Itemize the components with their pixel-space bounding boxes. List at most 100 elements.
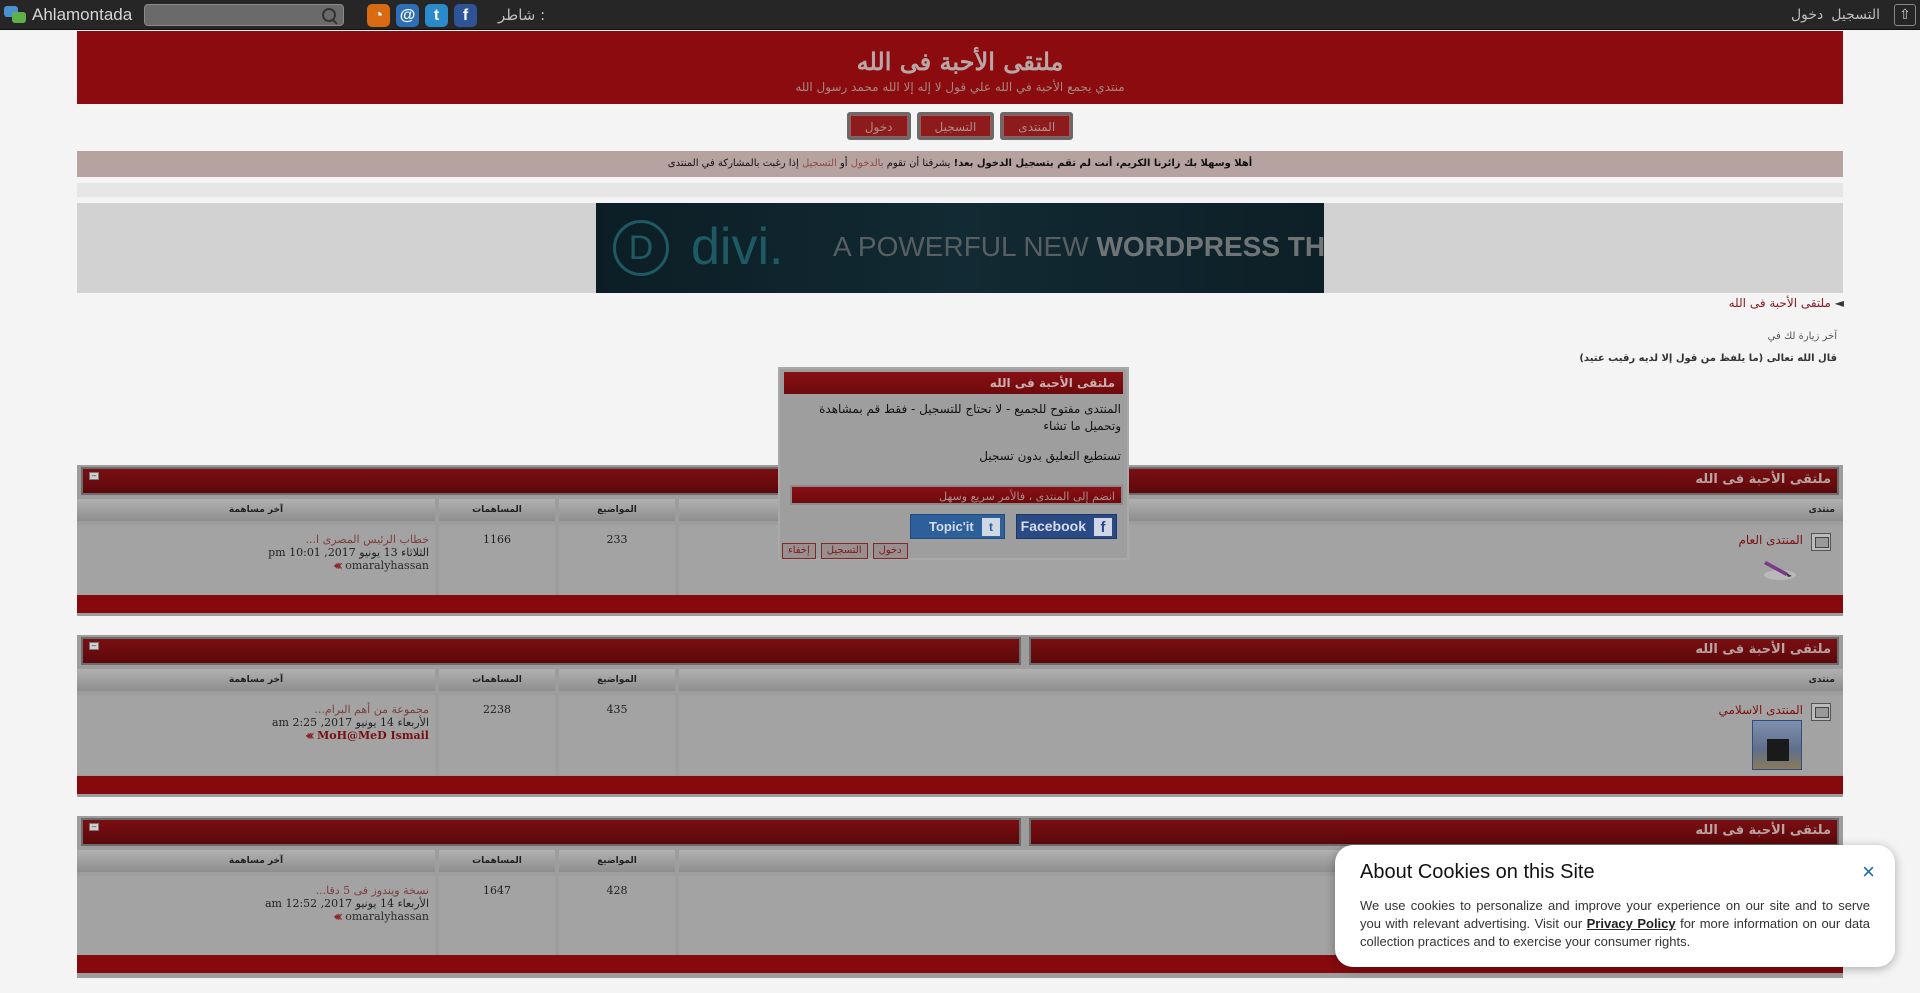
last-post-author[interactable]: MoH@MeD Ismail (317, 729, 429, 742)
rss-icon[interactable]: ◔ (367, 4, 390, 27)
cookie-text: We use cookies to personalize and improv… (1360, 897, 1870, 951)
ahlamontada-logo-icon (4, 6, 26, 24)
divi-logo-icon: D (613, 220, 669, 276)
last-post-title[interactable]: مجموعة من أهم البرام... (77, 703, 429, 716)
last-post-date: الأربعاء 14 يونيو 2017, 2:25 am (271, 716, 429, 729)
top-login-link[interactable]: دخول (1791, 7, 1823, 23)
collapse-icon[interactable]: − (89, 642, 99, 650)
welcome-text-c: إذا رغبت بالمشاركة في المنتدى (667, 158, 799, 169)
top-toolbar: Ahlamontada ◔ @ t f شاطر : التسجيل دخول … (0, 0, 1920, 30)
kaaba-image (1752, 720, 1802, 770)
scroll-top-icon[interactable]: ⇧ (1894, 4, 1916, 26)
forum-section-2: − ملتقى الأحبة فى الله آخر مساهمة المساه… (77, 635, 1843, 797)
category-title[interactable]: ملتقى الأحبة فى الله (1695, 642, 1831, 657)
privacy-policy-link[interactable]: Privacy Policy (1587, 916, 1676, 931)
facebook-icon[interactable]: f (454, 4, 477, 27)
last-post: خطاب الرئيس المصرى ا... الثلاثاء 13 يوني… (77, 533, 429, 572)
welcome-login-link[interactable]: بالدخول (851, 158, 884, 169)
topicit-connect-label: Topic'it (929, 519, 974, 534)
goto-last-post-icon[interactable] (302, 731, 315, 741)
col-topics: المواضيع (559, 669, 675, 691)
category-bar: ملتقى الأحبة فى الله (1029, 637, 1839, 665)
cookie-close-icon[interactable]: × (1862, 861, 1875, 883)
forum-status-icon (1811, 703, 1831, 721)
section-footer (77, 776, 1843, 794)
popup-info-line1: المنتدى مفتوح للجميع - لا تحتاج للتسجيل … (819, 402, 1121, 433)
search-input[interactable] (145, 5, 317, 26)
site-subtitle: منتدي يجمع الأحبة في الله علي قول لا إله… (795, 80, 1125, 94)
category-title[interactable]: ملتقى الأحبة فى الله (1695, 823, 1831, 838)
forum-link[interactable]: المنتدى الاسلامي (1719, 703, 1804, 717)
search-icon[interactable] (321, 7, 339, 25)
topicit-icon: t (982, 518, 1000, 536)
facebook-icon: f (1094, 518, 1112, 536)
ad-banner[interactable]: D divi. A POWERFUL NEW WORDPRESS THEME (596, 203, 1324, 293)
category-title[interactable]: ملتقى الأحبة فى الله (1695, 472, 1831, 487)
divider-strip (77, 183, 1843, 197)
welcome-text-a: يشرفنا أن تقوم (886, 158, 951, 169)
banner-tagline-a: A POWERFUL NEW (833, 231, 1089, 262)
breadcrumb: ◄ ملتقى الأحبة فى الله (1729, 296, 1844, 310)
pen-icon (1760, 553, 1798, 581)
popup-info-line2: تستطيع التعليق بدون تسجيل (979, 449, 1121, 463)
last-visit: آخر زيارة لك في (1767, 331, 1837, 342)
category-bar-left: − (81, 637, 1021, 665)
share-label: شاطر : (498, 6, 546, 24)
forum-status-icon (1811, 533, 1831, 551)
popup-hide-button[interactable]: إخفاء (782, 543, 816, 559)
collapse-icon[interactable]: − (89, 823, 99, 831)
last-post-title[interactable]: نسخة ويندوز فى 5 دقا... (77, 884, 429, 897)
nav-login-button[interactable]: دخول (846, 112, 911, 140)
forum-link[interactable]: المنتدى العام (1738, 533, 1803, 547)
quran-verse: قال الله تعالى (ما يلفظ من قول إلا لديه … (1579, 353, 1837, 364)
brand-name: Ahlamontada (32, 5, 133, 24)
col-last-post: آخر مساهمة (77, 669, 435, 691)
guest-popup: ملتقى الأحبة فى الله المنتدى مفتوح للجمي… (778, 367, 1129, 560)
topics-count: 435 (606, 703, 628, 716)
category-bar: ملتقى الأحبة فى الله (1029, 818, 1839, 846)
col-forum: منتدى (679, 669, 1843, 691)
social-links: ◔ @ t f (367, 4, 477, 27)
cookie-notice: About Cookies on this Site × We use cook… (1335, 845, 1895, 967)
breadcrumb-home-link[interactable]: ملتقى الأحبة فى الله (1729, 296, 1831, 310)
popup-login-button[interactable]: دخول (872, 543, 908, 559)
posts-count: 2238 (483, 703, 511, 716)
search-box (144, 4, 344, 26)
banner-brand: divi. (691, 218, 784, 276)
col-topics: المواضيع (559, 499, 675, 521)
section-footer (77, 595, 1843, 613)
category-bar-left: − (81, 818, 1021, 846)
col-last-post: آخر مساهمة (77, 850, 435, 872)
last-post-author[interactable]: omaralyhassan (345, 559, 429, 572)
last-post-date: الأربعاء 14 يونيو 2017, 12:52 am (264, 897, 429, 910)
email-icon[interactable]: @ (396, 4, 419, 27)
main-nav: دخول التسجيل المنتدى (0, 112, 1920, 140)
nav-forum-button[interactable]: المنتدى (1000, 112, 1074, 140)
facebook-connect-label: Facebook (1020, 518, 1086, 534)
twitter-icon[interactable]: t (425, 4, 448, 27)
nav-register-button[interactable]: التسجيل (916, 112, 995, 140)
top-register-link[interactable]: التسجيل (1831, 7, 1880, 23)
nav-login-label: دخول (849, 115, 908, 137)
last-post-title[interactable]: خطاب الرئيس المصرى ا... (77, 533, 429, 546)
goto-last-post-icon[interactable] (330, 912, 343, 922)
facebook-connect-button[interactable]: Facebook f (1016, 514, 1117, 539)
col-posts: المساهمات (439, 669, 555, 691)
topics-count: 428 (606, 884, 628, 897)
brand[interactable]: Ahlamontada (4, 5, 132, 25)
banner-tagline-b: WORDPRESS THEME (1096, 231, 1324, 262)
popup-join-bar: انضم إلى المنتدى ، فالأمر سريع وسهل (790, 485, 1123, 505)
site-title[interactable]: ملتقى الأحبة فى الله (77, 47, 1843, 76)
last-post-author[interactable]: omaralyhassan (345, 910, 429, 923)
popup-register-button[interactable]: التسجيل (820, 543, 868, 559)
welcome-register-link[interactable]: التسجيل (802, 158, 837, 169)
top-auth-links: التسجيل دخول (1791, 7, 1880, 23)
goto-last-post-icon[interactable] (330, 561, 343, 571)
last-post: نسخة ويندوز فى 5 دقا... الأربعاء 14 يوني… (77, 884, 429, 923)
posts-count: 1166 (483, 533, 511, 546)
col-topics: المواضيع (559, 850, 675, 872)
site-header: ملتقى الأحبة فى الله منتدي يجمع الأحبة ف… (77, 31, 1843, 104)
topicit-connect-button[interactable]: Topic'it t (910, 514, 1005, 539)
welcome-message: أهلا وسهلا بك زائرنا الكريم، أنت لم تقم … (77, 151, 1843, 177)
collapse-icon[interactable]: − (89, 472, 99, 480)
